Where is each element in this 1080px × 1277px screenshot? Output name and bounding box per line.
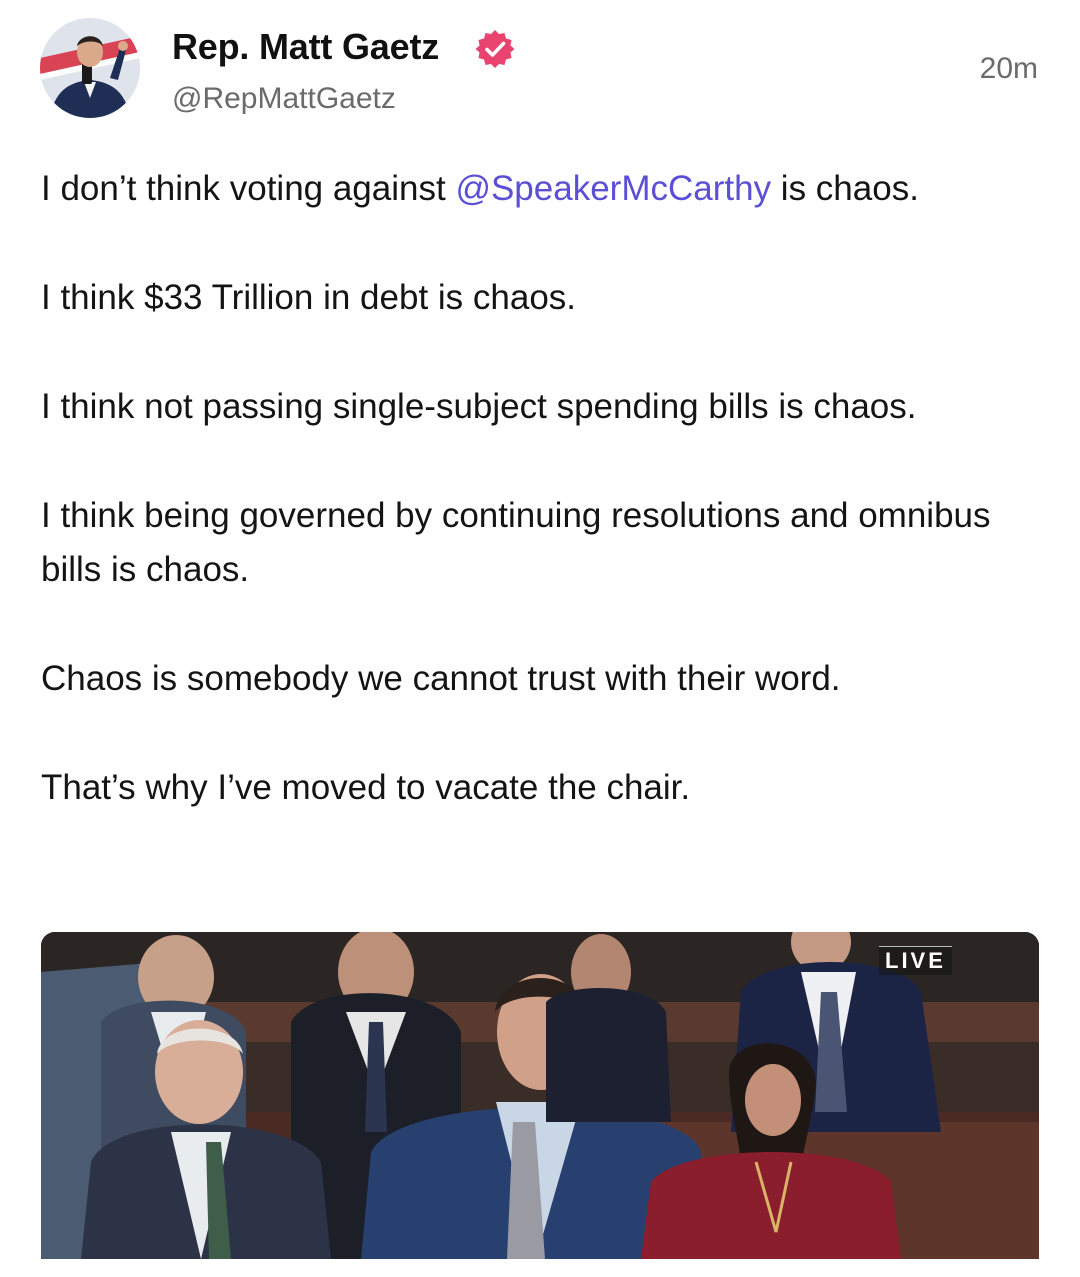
post-paragraph: I think not passing single-subject spend… — [41, 387, 917, 426]
post-card: Rep. Matt Gaetz @RepMattGaetz 20m I don’… — [0, 0, 1080, 1277]
post-timestamp: 20m — [979, 52, 1038, 85]
post-paragraph: I don’t think voting against @SpeakerMcC… — [41, 162, 1041, 216]
post-media-video[interactable]: LIVE — [41, 932, 1039, 1259]
avatar-photo — [40, 18, 140, 118]
post-paragraph: That’s why I’ve moved to vacate the chai… — [41, 768, 691, 807]
post-text: I don’t think voting against — [41, 169, 456, 208]
post-body: I don’t think voting against @SpeakerMcC… — [41, 162, 1041, 870]
mention-link[interactable]: @SpeakerMcCarthy — [455, 169, 771, 208]
video-frame — [41, 932, 1039, 1259]
author-name[interactable]: Rep. Matt Gaetz — [172, 26, 439, 68]
post-text: is chaos. — [771, 169, 919, 208]
author-handle[interactable]: @RepMattGaetz — [172, 82, 396, 116]
post-paragraph: I think $33 Trillion in debt is chaos. — [41, 278, 577, 317]
post-paragraph: I think being governed by continuing res… — [41, 496, 991, 589]
post-paragraph: Chaos is somebody we cannot trust with t… — [41, 659, 841, 698]
author-avatar[interactable] — [40, 18, 140, 118]
live-badge: LIVE — [879, 946, 952, 975]
verified-badge-icon — [475, 30, 515, 68]
